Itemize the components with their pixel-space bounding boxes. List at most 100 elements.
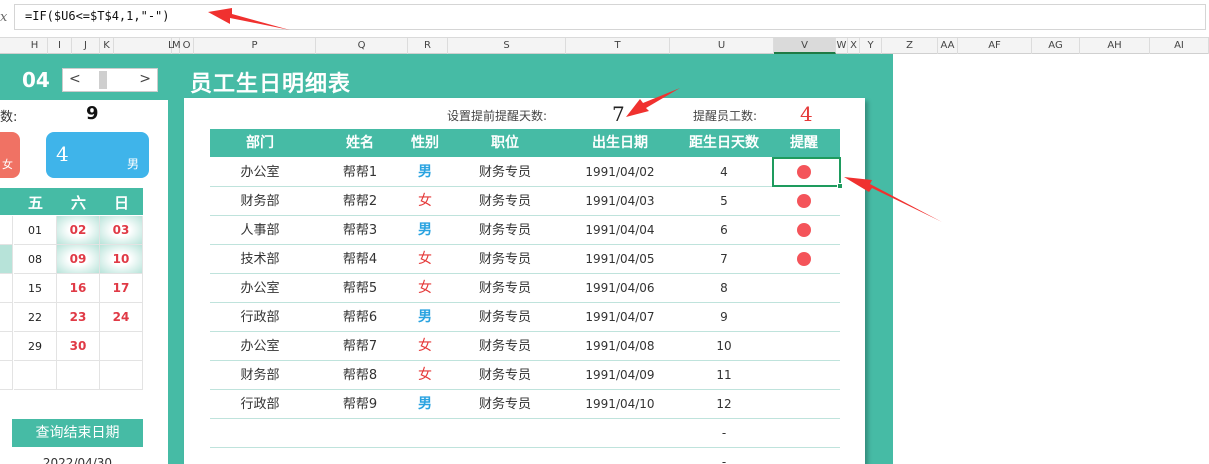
column-header-r[interactable]: R (408, 38, 448, 54)
column-header[interactable]: 距生日天数 (680, 129, 768, 157)
calendar-day-cell[interactable]: 29 (14, 332, 57, 361)
cell-days[interactable]: 12 (680, 390, 768, 419)
column-header-k[interactable]: K (100, 38, 114, 54)
cell-position[interactable]: 财务专员 (450, 216, 560, 245)
cell-remind[interactable] (768, 245, 840, 274)
column-header-p[interactable]: P (194, 38, 316, 54)
calendar-day-cell[interactable]: 17 (100, 274, 143, 303)
cell-dept[interactable]: 技术部 (210, 245, 310, 274)
column-header-z[interactable]: Z (882, 38, 938, 54)
cell-remind[interactable] (768, 361, 840, 390)
cell-birth[interactable]: 1991/04/09 (560, 361, 680, 390)
cell-remind[interactable] (768, 274, 840, 303)
cell-days[interactable]: 8 (680, 274, 768, 303)
cell-birth[interactable]: 1991/04/10 (560, 390, 680, 419)
cell-name[interactable]: 帮帮7 (320, 332, 400, 361)
cell-dept[interactable]: 办公室 (210, 332, 310, 361)
column-header[interactable]: 性别 (400, 129, 450, 157)
cell-position[interactable]: 财务专员 (450, 332, 560, 361)
fill-handle[interactable] (837, 183, 843, 189)
cell-birth[interactable]: 1991/04/08 (560, 332, 680, 361)
cell-remind[interactable] (768, 216, 840, 245)
cell-name[interactable]: 帮帮6 (320, 303, 400, 332)
cell-gender[interactable]: 女 (400, 187, 450, 216)
cell-remind[interactable] (768, 332, 840, 361)
cell-days[interactable]: - (680, 419, 768, 448)
cell-birth[interactable]: 1991/04/04 (560, 216, 680, 245)
calendar-day-cell[interactable]: 23 (57, 303, 100, 332)
cell-birth[interactable]: 1991/04/05 (560, 245, 680, 274)
cell-dept[interactable]: 财务部 (210, 187, 310, 216)
column-header-y[interactable]: Y (860, 38, 882, 54)
cell-days[interactable]: 4 (680, 158, 768, 187)
cell-name[interactable]: 帮帮3 (320, 216, 400, 245)
cell-name[interactable]: 帮帮8 (320, 361, 400, 390)
calendar-day-cell[interactable] (57, 361, 100, 390)
cell-name[interactable]: 帮帮4 (320, 245, 400, 274)
cell-birth[interactable] (560, 448, 680, 464)
column-header-h[interactable]: H (22, 38, 48, 54)
column-header-m[interactable]: M (172, 38, 181, 54)
column-header-ah[interactable]: AH (1080, 38, 1150, 54)
cell-days[interactable]: 7 (680, 245, 768, 274)
cell-gender[interactable]: 女 (400, 361, 450, 390)
calendar-cell[interactable] (0, 274, 13, 303)
cell-name[interactable]: 帮帮1 (320, 158, 400, 187)
cell-gender[interactable]: 女 (400, 332, 450, 361)
cell-name[interactable]: 帮帮5 (320, 274, 400, 303)
cell-remind[interactable] (768, 390, 840, 419)
chevron-left-icon[interactable]: < (69, 71, 81, 87)
cell-gender[interactable]: 男 (400, 216, 450, 245)
cell-position[interactable]: 财务专员 (450, 274, 560, 303)
cell-dept[interactable]: 行政部 (210, 390, 310, 419)
cell-dept[interactable]: 办公室 (210, 274, 310, 303)
column-header-i[interactable]: I (48, 38, 72, 54)
calendar-day-cell[interactable] (14, 361, 57, 390)
column-header-aa[interactable]: AA (938, 38, 958, 54)
cell-dept[interactable]: 财务部 (210, 361, 310, 390)
empty-grid-area[interactable] (893, 54, 1209, 464)
calendar-day-cell[interactable]: 09 (57, 245, 100, 274)
calendar-day-cell[interactable]: 24 (100, 303, 143, 332)
cell-remind[interactable] (768, 187, 840, 216)
calendar-day-cell[interactable]: 22 (14, 303, 57, 332)
cell-gender[interactable]: 女 (400, 245, 450, 274)
calendar-day-cell[interactable]: 02 (57, 216, 100, 245)
cell-birth[interactable]: 1991/04/03 (560, 187, 680, 216)
cell-position[interactable]: 财务专员 (450, 245, 560, 274)
cell-gender[interactable]: 男 (400, 158, 450, 187)
cell-name[interactable]: 帮帮9 (320, 390, 400, 419)
column-header[interactable]: 姓名 (320, 129, 400, 157)
column-header-q[interactable]: Q (316, 38, 408, 54)
cell-position[interactable]: 财务专员 (450, 187, 560, 216)
calendar-cell[interactable] (0, 332, 13, 361)
cell-birth[interactable]: 1991/04/06 (560, 274, 680, 303)
cell-position[interactable] (450, 448, 560, 464)
calendar-day-cell[interactable]: 15 (14, 274, 57, 303)
formula-input[interactable]: =IF($U6<=$T$4,1,"-") (14, 4, 1206, 30)
column-header-s[interactable]: S (448, 38, 566, 54)
calendar-day-cell[interactable]: 01 (14, 216, 57, 245)
calendar-day-cell[interactable]: 08 (14, 245, 57, 274)
calendar-day-cell[interactable]: 03 (100, 216, 143, 245)
cell-dept[interactable] (210, 448, 310, 464)
cell-gender[interactable] (400, 448, 450, 464)
cell-remind[interactable] (768, 419, 840, 448)
calendar-day-cell[interactable] (100, 332, 143, 361)
cell-gender[interactable] (400, 419, 450, 448)
cell-remind[interactable] (768, 448, 840, 464)
cell-name[interactable] (320, 419, 400, 448)
cell-days[interactable]: 6 (680, 216, 768, 245)
column-header[interactable]: 部门 (210, 129, 310, 157)
selected-cell[interactable] (772, 157, 841, 187)
cell-gender[interactable]: 男 (400, 390, 450, 419)
calendar-day-cell[interactable]: 10 (100, 245, 143, 274)
column-header[interactable]: 出生日期 (560, 129, 680, 157)
remind-days-value[interactable]: 7 (612, 102, 625, 126)
cell-position[interactable]: 财务专员 (450, 158, 560, 187)
cell-remind[interactable] (768, 303, 840, 332)
cell-position[interactable]: 财务专员 (450, 303, 560, 332)
calendar-cell[interactable] (0, 303, 13, 332)
query-end-date[interactable]: 2022/04/30 (12, 452, 143, 464)
calendar-cell[interactable] (0, 361, 13, 390)
